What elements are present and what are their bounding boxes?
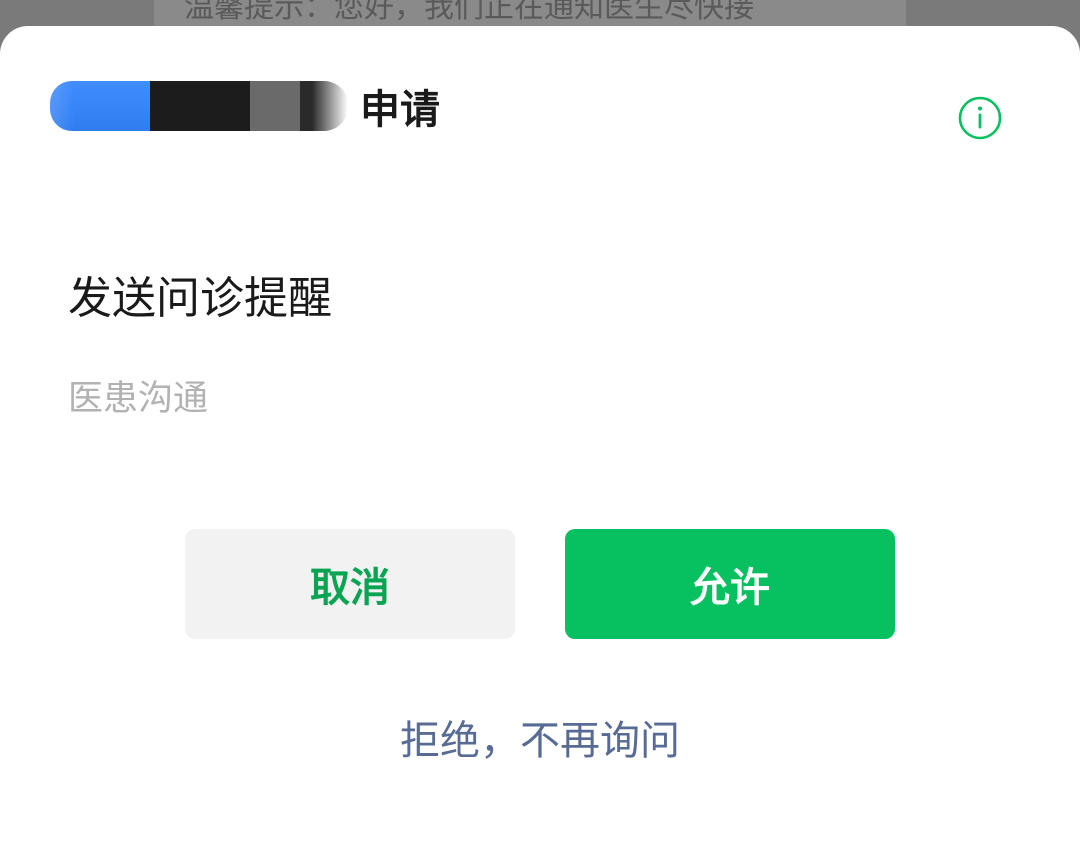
dialog-subtitle: 医患沟通 (68, 379, 209, 419)
header-title: 申请 (360, 87, 440, 133)
app-logo-redacted (50, 81, 348, 131)
dialog-title: 发送问诊提醒 (68, 273, 332, 324)
info-icon[interactable] (958, 96, 1002, 140)
screen: 温馨提示：您好，我们正在通知医生尽快接 申请 发送问诊提醒 医患沟通 取消 允许… (0, 0, 1080, 857)
reject-never-ask-link[interactable]: 拒绝，不再询问 (0, 708, 1080, 766)
cancel-button[interactable]: 取消 (185, 529, 515, 639)
dialog-header: 申请 (50, 81, 440, 133)
allow-button[interactable]: 允许 (565, 529, 895, 639)
